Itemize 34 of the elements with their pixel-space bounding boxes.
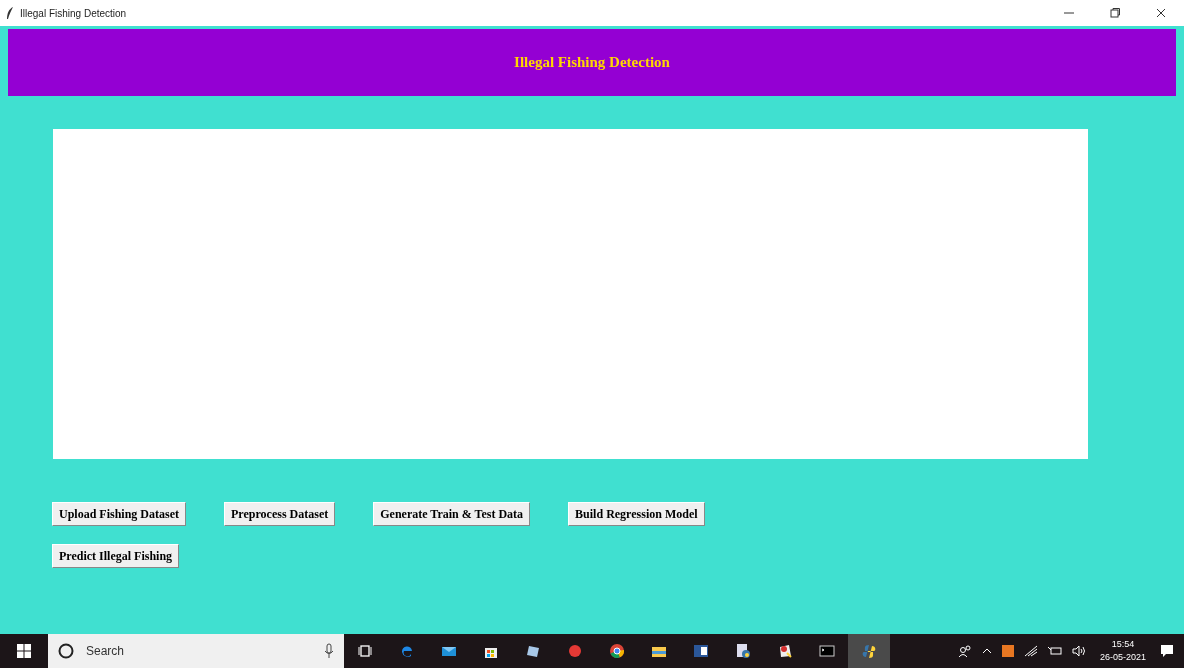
app-title: Illegal Fishing Detection (514, 54, 670, 71)
search-box[interactable]: Search (48, 634, 344, 668)
volume-icon (1071, 645, 1086, 657)
search-field[interactable]: Search (84, 643, 314, 659)
notepad-icon (525, 643, 541, 659)
terminal-icon (819, 643, 835, 659)
close-icon (1156, 8, 1166, 18)
clock-date: 26-05-2021 (1099, 651, 1146, 664)
window-title: Illegal Fishing Detection (20, 7, 128, 19)
windows-icon (17, 644, 31, 658)
chrome-icon (609, 643, 625, 659)
word-icon (693, 643, 709, 659)
action-button[interactable]: Upload Fishing Dataset (52, 502, 187, 526)
battery-icon (1047, 646, 1062, 656)
clock[interactable]: 15:54 26-05-2021 (1099, 638, 1146, 664)
notification-button[interactable] (1158, 644, 1176, 658)
notification-icon (1160, 644, 1174, 658)
microphone-icon[interactable] (324, 643, 334, 659)
feather-icon (6, 7, 14, 19)
restore-icon (1110, 8, 1120, 18)
wifi-icon (1023, 645, 1038, 657)
battery-button[interactable] (1045, 646, 1064, 656)
volume-button[interactable] (1069, 645, 1088, 657)
browser-icon (399, 643, 415, 659)
caret-icon (981, 647, 992, 655)
action-button[interactable]: Predict Illegal Fishing (52, 544, 180, 568)
action-button[interactable]: Build Regression Model (568, 502, 705, 526)
people-icon (957, 644, 972, 658)
action-button[interactable]: Preprocess Dataset (224, 502, 336, 526)
task-view-icon (357, 643, 373, 659)
clock-time: 15:54 (1111, 638, 1135, 651)
paint-icon (777, 643, 793, 659)
action-button[interactable]: Generate Train & Test Data (373, 502, 531, 526)
cortana-icon[interactable] (58, 643, 74, 659)
